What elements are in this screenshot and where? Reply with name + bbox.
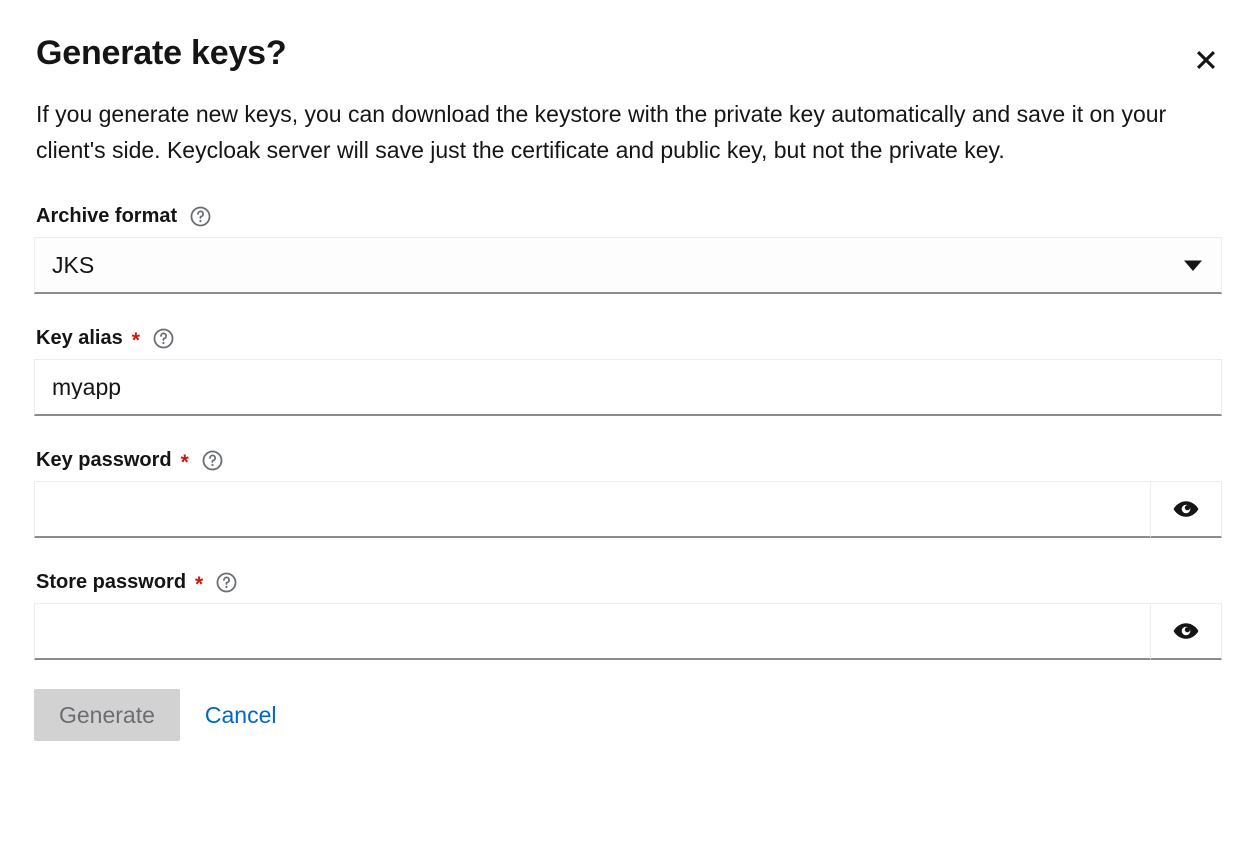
key-password-label-text: Key password (36, 449, 172, 471)
archive-format-label: Archive format (34, 204, 1220, 228)
eye-icon[interactable] (1150, 481, 1222, 538)
modal-header: Generate keys? (0, 0, 1254, 74)
archive-format-selected-value: JKS (52, 253, 95, 277)
required-marker: * (131, 328, 140, 352)
key-alias-label: Key alias * (34, 326, 1220, 352)
form-group-key-alias: Key alias * myapp (34, 326, 1222, 416)
eye-icon[interactable] (1150, 603, 1222, 660)
key-alias-input[interactable]: myapp (34, 359, 1222, 416)
cancel-button[interactable]: Cancel (185, 689, 297, 741)
archive-format-select[interactable]: JKS (34, 237, 1222, 294)
required-marker: * (195, 572, 204, 596)
store-password-input[interactable] (34, 603, 1150, 660)
form-group-store-password: Store password * (34, 570, 1222, 660)
page-title: Generate keys? (36, 34, 287, 72)
chevron-down-icon (1165, 259, 1221, 272)
modal-footer: Generate Cancel (0, 660, 1254, 741)
help-icon[interactable] (202, 450, 223, 471)
form-group-key-password: Key password * (34, 448, 1222, 538)
help-icon[interactable] (190, 206, 211, 227)
store-password-label-text: Store password (36, 571, 187, 593)
store-password-input-group (34, 603, 1222, 660)
key-password-input[interactable] (34, 481, 1150, 538)
key-password-value (35, 496, 52, 522)
close-icon[interactable] (1184, 38, 1228, 82)
modal-description: If you generate new keys, you can downlo… (36, 101, 1167, 163)
generate-keys-modal: Generate keys? If you generate new keys,… (0, 0, 1254, 851)
archive-format-label-text: Archive format (36, 205, 178, 227)
store-password-label: Store password * (34, 570, 1220, 596)
help-icon[interactable] (216, 572, 237, 593)
generate-button[interactable]: Generate (34, 689, 180, 741)
key-alias-label-text: Key alias (36, 327, 123, 349)
help-icon[interactable] (153, 328, 174, 349)
key-password-label: Key password * (34, 448, 1220, 474)
key-alias-value: myapp (52, 375, 122, 399)
modal-body: Archive format JKS Key alias * myapp Key… (0, 168, 1254, 660)
required-marker: * (180, 450, 189, 474)
key-password-input-group (34, 481, 1222, 538)
store-password-value (35, 618, 52, 644)
form-group-archive-format: Archive format JKS (34, 204, 1222, 294)
